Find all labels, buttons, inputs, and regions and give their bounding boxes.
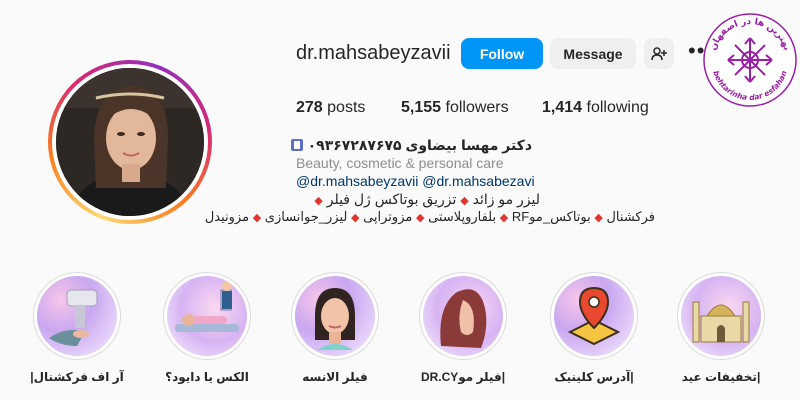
diamond-icon: ◆ — [314, 195, 323, 207]
followers-label: followers — [445, 99, 509, 116]
highlight-ring — [33, 272, 121, 360]
diamond-icon: ◆ — [594, 212, 603, 224]
phone-icon — [290, 138, 304, 152]
laser-device-icon — [49, 289, 98, 346]
face-icon — [315, 288, 355, 350]
highlight-ring — [419, 272, 507, 360]
highlight-label: |فیلر موDR.CY — [420, 370, 506, 384]
bio-service: بلفاروپلاستی — [428, 209, 497, 224]
diamond-icon: ◆ — [499, 212, 509, 224]
highlight-cover — [295, 276, 375, 356]
diamond-icon: ◆ — [350, 212, 360, 224]
posts-count: 278 — [296, 99, 323, 116]
diamond-icon: ◆ — [415, 212, 425, 224]
followers-count: 5,155 — [401, 99, 442, 116]
bio-links: @dr.mahsabeyzavii @dr.mahsabezavi — [296, 172, 535, 190]
followers-stat[interactable]: 5,155 followers — [401, 99, 509, 117]
highlight-cover — [681, 276, 761, 356]
username: dr.mahsabeyzavii — [296, 42, 451, 64]
follow-button[interactable]: Follow — [461, 38, 543, 69]
highlight-ring — [291, 272, 379, 360]
avatar — [56, 68, 204, 216]
bio-service: لیزر_جوانسازی — [264, 209, 348, 224]
laser-treatment-icon — [175, 281, 239, 332]
bio-link-2[interactable]: @dr.mahsabezavi — [422, 173, 534, 189]
highlight-label: |تخفیفات عید — [681, 370, 761, 384]
mosque-icon — [692, 301, 750, 343]
bio-link-1[interactable]: @dr.mahsabeyzavii — [296, 173, 418, 189]
highlight-eid-discounts[interactable]: |تخفیفات عید — [671, 272, 771, 384]
bio-services-line-1: لیزر مو زائد ◆ تزریق بوتاکس ژل فیلر ◆ — [296, 190, 540, 210]
avatar-border — [52, 64, 208, 220]
site-logo: بهترین ها در اصفهان behtarinha dar esfah… — [700, 10, 800, 110]
hair-icon — [440, 289, 487, 348]
bio-category: Beauty, cosmetic & personal care — [296, 155, 504, 171]
highlight-rf-fractional[interactable]: آر اف فرکشنال| — [27, 272, 127, 384]
highlight-ring — [677, 272, 765, 360]
following-count: 1,414 — [542, 99, 583, 116]
highlight-ring — [163, 272, 251, 360]
posts-stat: 278 posts — [296, 99, 365, 117]
highlight-filler-allansa[interactable]: فیلر الانسه — [285, 272, 385, 384]
profile-avatar-ring[interactable] — [48, 60, 212, 224]
highlight-ring — [550, 272, 638, 360]
highlight-cover — [554, 276, 634, 356]
avatar-portrait — [56, 68, 204, 216]
highlight-label: |آدرس کلینیک — [554, 370, 634, 384]
bio-name: دکتر مهسا بیضاوی ۰۹۳۶۷۲۸۷۶۷۵ — [290, 136, 532, 154]
highlight-label: فیلر الانسه — [302, 370, 368, 384]
following-label: following — [586, 99, 649, 116]
bio-service: مزوتراپی — [363, 209, 413, 224]
bio-service: تزریق بوتاکس ژل فیلر — [326, 191, 457, 207]
highlight-cover — [167, 276, 247, 356]
location-pin-icon — [567, 286, 621, 346]
highlight-cover — [37, 276, 117, 356]
diamond-icon: ◆ — [460, 195, 469, 207]
following-stat[interactable]: 1,414 following — [542, 99, 649, 117]
highlight-hair-filler[interactable]: |فیلر موDR.CY — [413, 272, 513, 384]
add-user-button[interactable] — [644, 38, 674, 69]
diamond-icon: ◆ — [252, 212, 262, 224]
bio-service: مزونیدل — [204, 209, 250, 224]
posts-label: posts — [327, 99, 366, 116]
bio-service: بوتاکس_موRF — [511, 209, 591, 224]
bio-service: فرکشنال — [606, 209, 655, 224]
highlight-clinic-address[interactable]: |آدرس کلینیک — [544, 272, 644, 384]
bio-services-line-2: فرکشنال ◆ بوتاکس_موRF ◆ بلفاروپلاستی ◆ م… — [205, 208, 655, 227]
bio-service: لیزر مو زائد — [472, 191, 540, 207]
message-button[interactable]: Message — [550, 38, 636, 69]
highlight-label: آر اف فرکشنال| — [30, 370, 124, 384]
highlight-label: الکس یا دایود؟ — [165, 370, 249, 384]
highlight-cover — [423, 276, 503, 356]
bio-name-text: دکتر مهسا بیضاوی ۰۹۳۶۷۲۸۷۶۷۵ — [307, 137, 532, 153]
highlight-alex-diode[interactable]: الکس یا دایود؟ — [157, 272, 257, 384]
add-user-icon — [651, 46, 667, 60]
